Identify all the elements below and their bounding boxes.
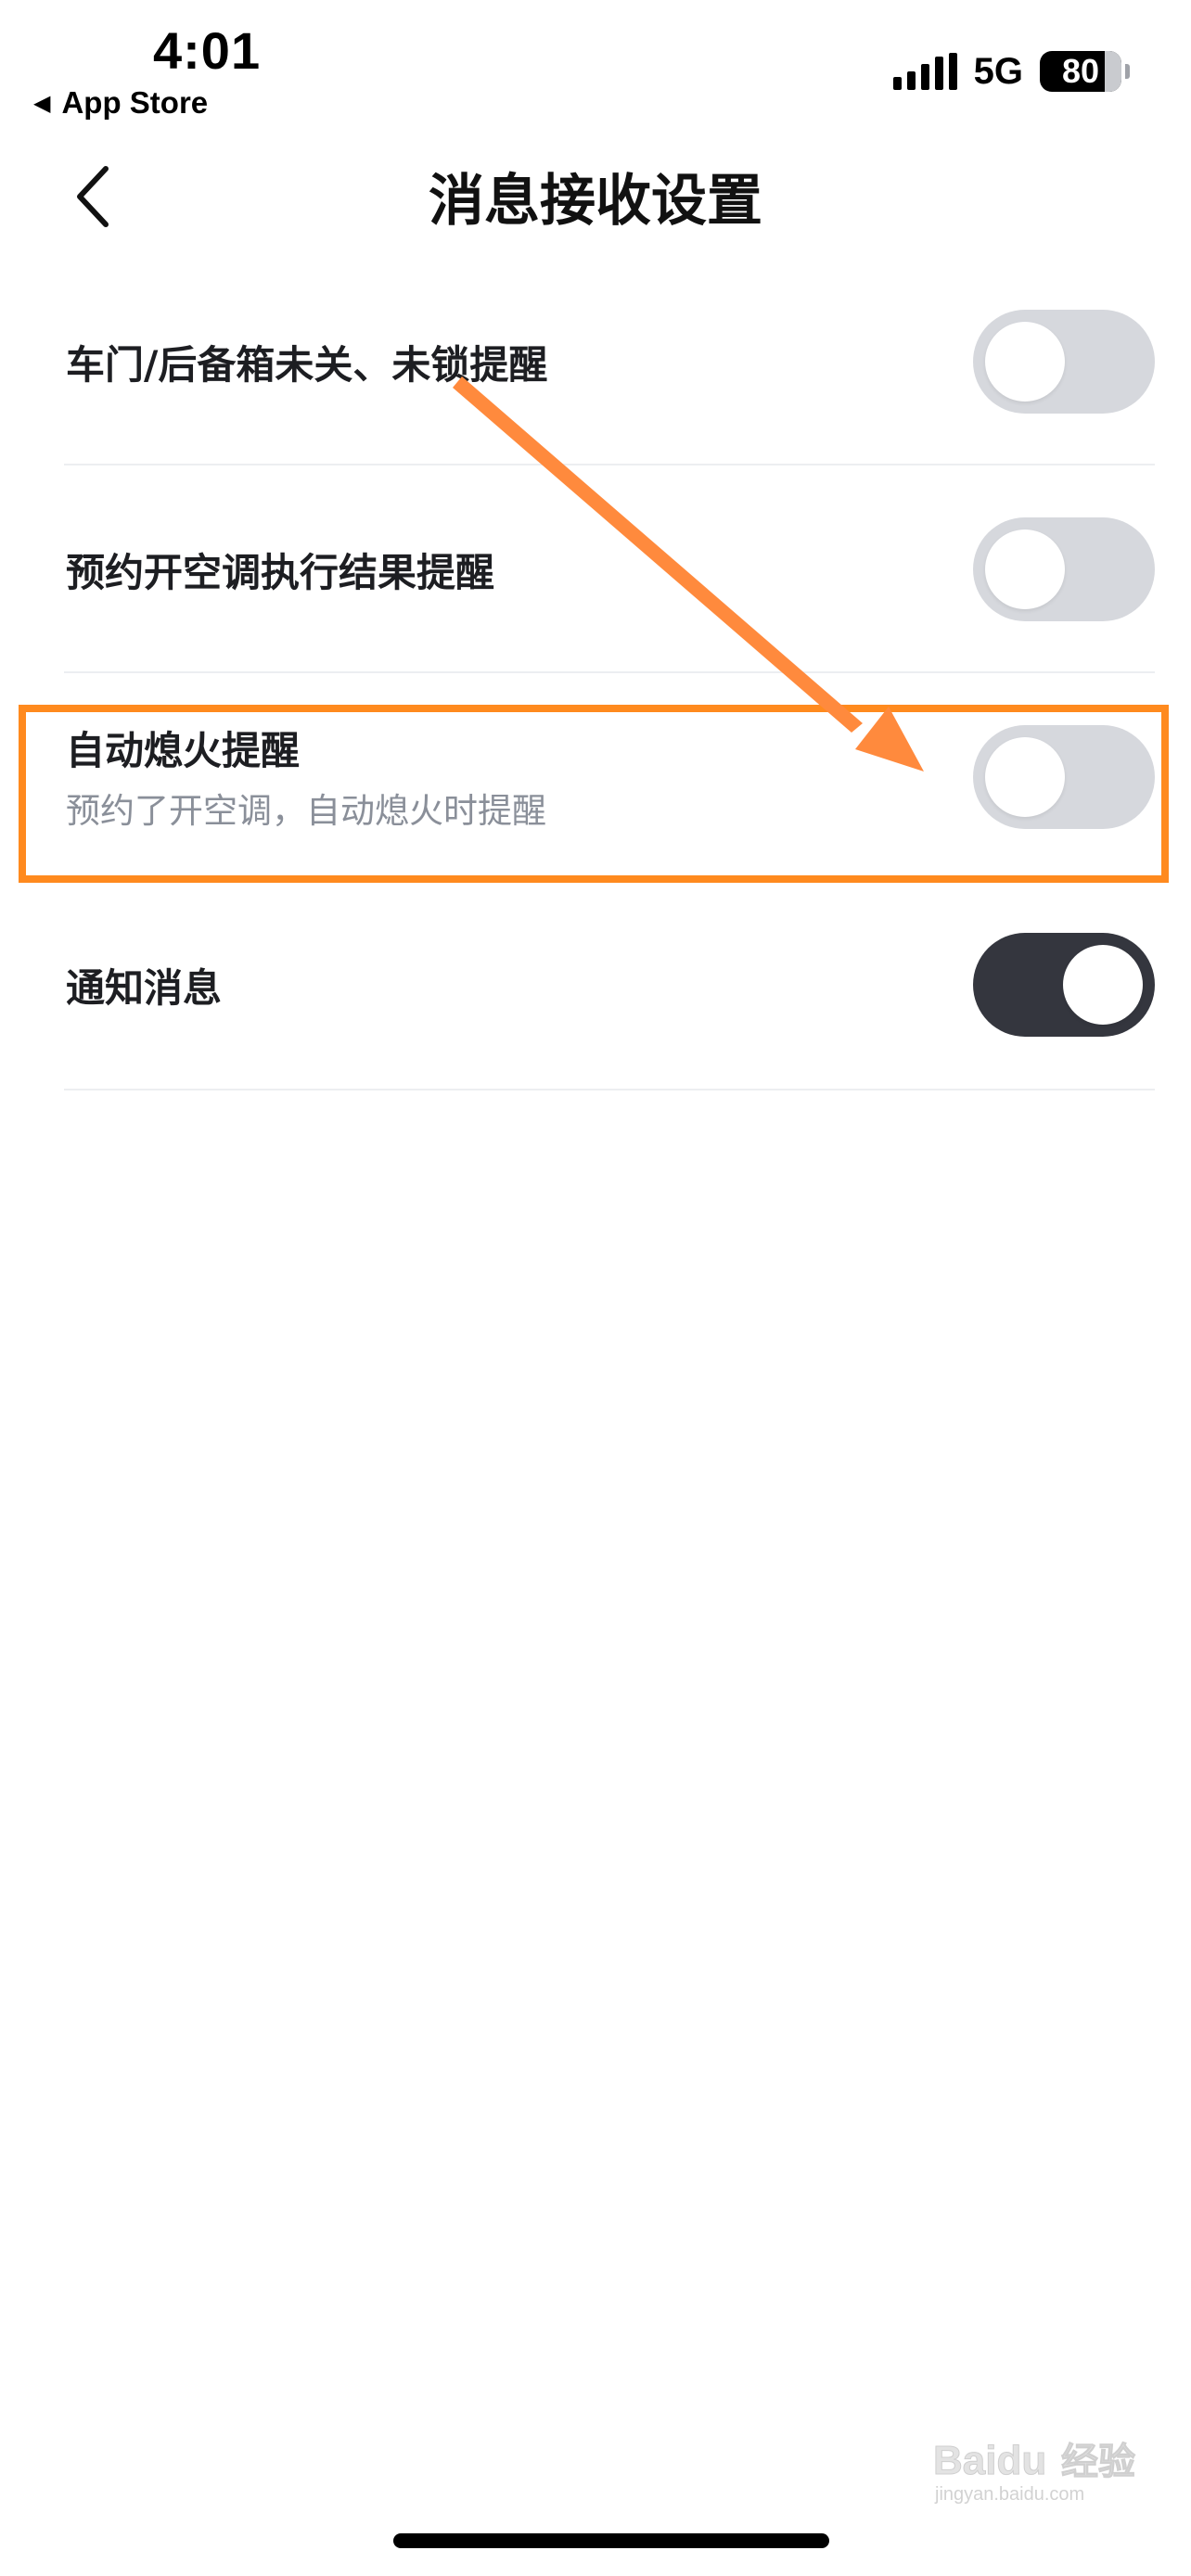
watermark-brand: Baidu xyxy=(933,2438,1046,2483)
back-to-app-label: App Store xyxy=(61,85,209,120)
page-title: 消息接收设置 xyxy=(429,169,762,234)
setting-row-ac-result-reminder: 预约开空调执行结果提醒 xyxy=(64,465,1155,673)
notifications-toggle[interactable] xyxy=(973,933,1155,1037)
watermark-text: 经验 xyxy=(1061,2441,1135,2483)
toggle-knob xyxy=(985,529,1065,609)
highlight-box xyxy=(19,705,1169,883)
cellular-signal-icon xyxy=(892,53,957,90)
door-trunk-reminder-toggle[interactable] xyxy=(973,310,1155,414)
toggle-knob xyxy=(985,322,1065,402)
setting-label: 预约开空调执行结果提醒 xyxy=(66,550,495,595)
status-time: 4:01 xyxy=(153,21,262,80)
setting-row-door-trunk-reminder: 车门/后备箱未关、未锁提醒 xyxy=(64,258,1155,465)
battery-icon: 80 xyxy=(1040,51,1130,92)
baidu-watermark-logo: Baidu 经验 jingyan.baidu.com xyxy=(933,2438,1136,2506)
status-indicators: 5G 80 xyxy=(892,48,1130,95)
triangle-left-icon: ◀ xyxy=(33,90,51,116)
toggle-knob xyxy=(1063,945,1143,1025)
ac-result-reminder-toggle[interactable] xyxy=(973,517,1155,621)
setting-label: 通知消息 xyxy=(66,965,223,1011)
battery-level: 80 xyxy=(1061,52,1100,90)
setting-label: 车门/后备箱未关、未锁提醒 xyxy=(66,342,548,388)
home-indicator[interactable] xyxy=(393,2533,829,2548)
network-type: 5G xyxy=(973,50,1023,92)
settings-list: 车门/后备箱未关、未锁提醒 预约开空调执行结果提醒 自动熄火提醒 预约了开空调，… xyxy=(64,258,1155,1090)
back-to-app-link[interactable]: ◀ App Store xyxy=(33,85,208,121)
watermark-url: jingyan.baidu.com xyxy=(934,2484,1084,2505)
setting-row-notifications: 通知消息 xyxy=(64,881,1155,1090)
